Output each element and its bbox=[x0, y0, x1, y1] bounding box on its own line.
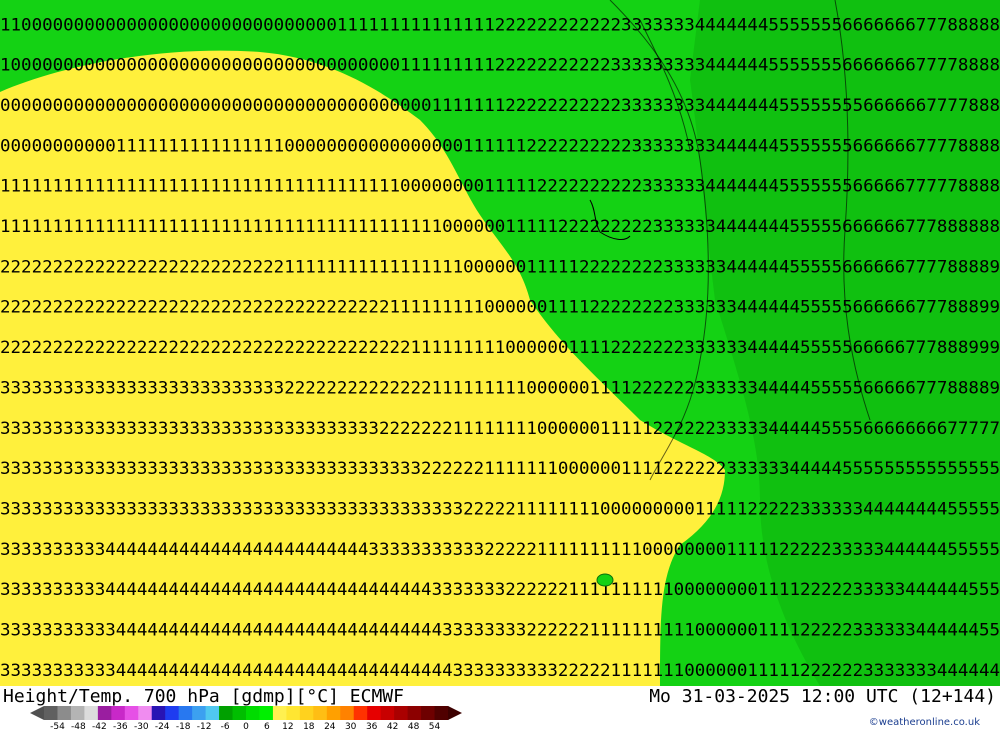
scale-swatch bbox=[272, 706, 287, 720]
scale-swatch bbox=[70, 706, 85, 720]
scale-tick-label: -6 bbox=[220, 722, 230, 732]
scale-swatch bbox=[407, 706, 422, 720]
scale-tick-label: 30 bbox=[344, 722, 357, 732]
scale-swatch bbox=[178, 706, 193, 720]
field-row: 0000000000000000000000000000000000000000… bbox=[0, 96, 1000, 116]
scale-swatch bbox=[97, 706, 112, 720]
scale-swatch bbox=[326, 706, 341, 720]
scale-swatch bbox=[367, 706, 382, 720]
field-row: 3333333333333333333333333333333333333333… bbox=[0, 459, 1000, 479]
scale-swatch bbox=[57, 706, 72, 720]
scale-swatch bbox=[394, 706, 409, 720]
field-row: 2222222222222222222222222221111111111111… bbox=[0, 257, 1000, 277]
scale-swatch bbox=[219, 706, 234, 720]
scale-tick-label: 36 bbox=[365, 722, 378, 732]
scale-swatch bbox=[299, 706, 314, 720]
field-row: 3333333333333333333333333332222222222222… bbox=[0, 378, 1000, 398]
scale-tick-labels: -54 -48 -42 -36 -30 -24 -18 -12 -6 0 6 12 18 24 30 36 42… bbox=[0, 722, 470, 733]
field-row: 1100000000000000000000000000000011111111… bbox=[0, 15, 1000, 35]
scale-swatch bbox=[151, 706, 166, 720]
scale-left-arrow bbox=[30, 706, 44, 720]
scale-swatch bbox=[124, 706, 139, 720]
scale-swatch bbox=[205, 706, 220, 720]
scale-right-arrow bbox=[448, 706, 462, 720]
height-temp-field: 1100000000000000000000000000000011111111… bbox=[0, 0, 1000, 686]
scale-tick-label: 42 bbox=[386, 722, 399, 732]
scale-swatch bbox=[421, 706, 436, 720]
credit-link[interactable]: ©weatheronline.co.uk bbox=[869, 717, 980, 728]
scale-swatch bbox=[434, 706, 449, 720]
field-row: 3333333333333333333333333333333333333333… bbox=[0, 500, 1000, 520]
field-row: 3333333333344444444444444444444444444444… bbox=[0, 621, 1000, 641]
island-marker bbox=[596, 573, 614, 587]
scale-tick-label: -24 bbox=[154, 722, 170, 732]
scale-tick-label: -36 bbox=[112, 722, 128, 732]
scale-swatch bbox=[232, 706, 247, 720]
scale-swatch bbox=[259, 706, 274, 720]
scale-tick-label: 18 bbox=[303, 722, 315, 732]
field-row: 3333333333344444444444444444444444444444… bbox=[0, 661, 1000, 681]
field-row: 0000000000011111111111111110000000000000… bbox=[0, 136, 1000, 156]
field-row: 2222222222222222222222222222222222222111… bbox=[0, 298, 1000, 318]
field-row: 1111111111111111111111111111111111111100… bbox=[0, 177, 1000, 197]
scale-swatch bbox=[340, 706, 355, 720]
scale-swatch bbox=[246, 706, 260, 720]
scale-swatch bbox=[84, 706, 99, 720]
map-title: Height/Temp. 700 hPa [gdmp][°C] ECMWF bbox=[3, 686, 404, 707]
scale-tick-label: -48 bbox=[71, 722, 86, 732]
field-row: 3333333333444444444444444444444444444444… bbox=[0, 580, 1000, 600]
field-row: 3333333333333333333333333333333333332222… bbox=[0, 419, 1000, 439]
scale-swatch bbox=[165, 706, 180, 720]
scale-tick-label: -30 bbox=[133, 722, 149, 732]
scale-tick-label: -12 bbox=[196, 722, 212, 732]
temperature-color-scale bbox=[30, 706, 462, 720]
scale-tick-label: 12 bbox=[282, 722, 294, 732]
scale-tick-label: 54 bbox=[428, 722, 441, 732]
scale-tick-label: -54 bbox=[50, 722, 65, 732]
scale-swatch bbox=[313, 706, 328, 720]
scale-tick-label: 24 bbox=[324, 722, 336, 732]
field-row: 1111111111111111111111111111111111111111… bbox=[0, 217, 1000, 237]
field-row: 1000000000000000000000000000000000000011… bbox=[0, 56, 1000, 76]
scale-swatch bbox=[380, 706, 395, 720]
field-row: 3333333333444444444444444444444444433333… bbox=[0, 540, 1000, 560]
map-footer: Height/Temp. 700 hPa [gdmp][°C] ECMWF Mo… bbox=[0, 686, 1000, 733]
scale-tick-label: 48 bbox=[407, 722, 420, 732]
weather-map: 1100000000000000000000000000000011111111… bbox=[0, 0, 1000, 686]
scale-swatch bbox=[286, 706, 301, 720]
glyph-field: 1100000000000000000000000000000011111111… bbox=[0, 15, 1000, 681]
scale-tick-label: -42 bbox=[92, 722, 107, 732]
scale-swatch bbox=[353, 706, 368, 720]
scale-swatch bbox=[192, 706, 207, 720]
scale-swatch bbox=[138, 706, 153, 720]
scale-swatch bbox=[44, 706, 58, 720]
scale-swatch bbox=[111, 706, 126, 720]
scale-tick-label: 0 bbox=[243, 722, 249, 732]
scale-tick-label: -18 bbox=[175, 722, 191, 732]
scale-tick-label: 6 bbox=[264, 722, 270, 732]
forecast-time: Mo 31-03-2025 12:00 UTC (12+144) bbox=[649, 686, 996, 707]
